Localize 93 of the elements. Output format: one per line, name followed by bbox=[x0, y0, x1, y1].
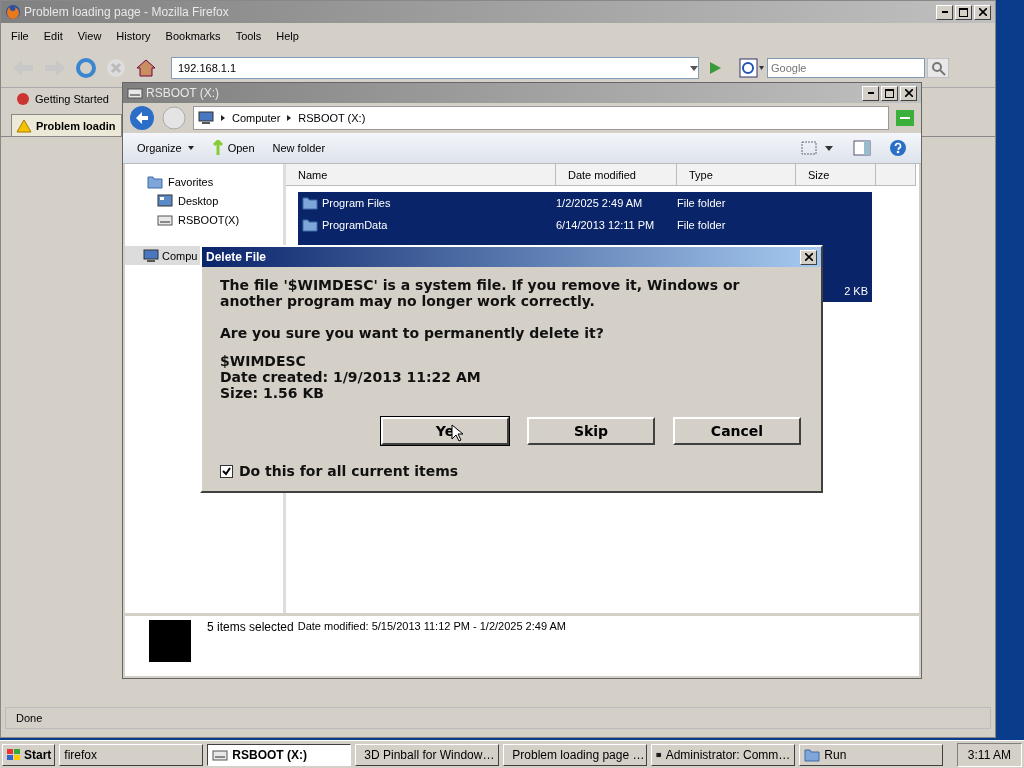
nav-item[interactable]: RSBOOT(X) bbox=[125, 210, 283, 229]
open-button[interactable]: Open bbox=[227, 142, 255, 154]
confirm-question: Are you sure you want to permanently delete it? bbox=[220, 325, 605, 341]
column-header[interactable]: Date modified bbox=[556, 164, 677, 186]
browser-tab[interactable]: Problem loadin bbox=[11, 114, 122, 136]
file-info: Size: 1.56 KB bbox=[220, 385, 325, 401]
firefox-icon bbox=[5, 4, 21, 20]
drive-icon bbox=[127, 86, 143, 100]
warning-icon bbox=[16, 118, 32, 133]
dialog-button[interactable]: Cancel bbox=[673, 417, 801, 445]
computer-icon bbox=[143, 248, 159, 263]
maximize-icon bbox=[959, 7, 968, 17]
taskbar-item[interactable]: RSBOOT (X:) bbox=[207, 743, 352, 766]
warning-message: The file '$WIMDESC' is a system file. If you remove it, Windows or another program may no longer work correctly. bbox=[220, 277, 741, 309]
file-row[interactable]: Program Files 1/2/2025 2:49 AM File folder bbox=[298, 192, 872, 214]
window-title: RSBOOT (X:) bbox=[146, 86, 221, 100]
organize-button[interactable]: Organize bbox=[137, 142, 182, 154]
refresh-icon[interactable] bbox=[895, 109, 915, 127]
home-icon[interactable] bbox=[135, 57, 157, 79]
checkbox-label[interactable]: Do this for all current items bbox=[239, 463, 459, 479]
search-engine-icon[interactable] bbox=[739, 58, 765, 78]
favorites-icon bbox=[147, 174, 163, 189]
nav-item[interactable]: Compu bbox=[125, 246, 202, 265]
folder-icon bbox=[804, 747, 821, 762]
maximize-button[interactable] bbox=[955, 4, 972, 20]
breadcrumb-item[interactable]: Computer bbox=[232, 112, 281, 124]
caret-icon bbox=[220, 115, 226, 121]
dropdown-icon[interactable] bbox=[690, 65, 698, 71]
close-icon bbox=[904, 89, 913, 97]
nav-item[interactable]: Favorites bbox=[125, 172, 283, 191]
column-header[interactable]: Name bbox=[286, 164, 556, 186]
flag-icon bbox=[6, 747, 22, 762]
menu-item[interactable]: Bookmarks bbox=[165, 30, 221, 42]
help-icon[interactable] bbox=[889, 139, 907, 157]
taskbar-item[interactable]: Problem loading page … bbox=[503, 743, 648, 766]
menu-item[interactable]: View bbox=[77, 30, 102, 42]
minimize-button[interactable] bbox=[862, 85, 879, 101]
caret-icon bbox=[286, 115, 293, 121]
thumbnail bbox=[149, 620, 191, 662]
cursor-icon bbox=[451, 424, 463, 442]
drive-icon bbox=[157, 212, 173, 227]
computer-icon bbox=[198, 111, 214, 125]
checkbox[interactable] bbox=[220, 464, 233, 478]
status-text: Done bbox=[16, 712, 43, 724]
back-icon[interactable] bbox=[129, 105, 155, 131]
maximize-button[interactable] bbox=[881, 85, 898, 101]
bookmark-icon bbox=[15, 92, 31, 106]
minimize-icon bbox=[867, 92, 874, 94]
minimize-icon bbox=[941, 11, 948, 13]
minimize-button[interactable] bbox=[936, 4, 953, 20]
file-row[interactable]: ProgramData 6/14/2013 12:11 PM File folder bbox=[298, 214, 872, 236]
close-button[interactable] bbox=[974, 4, 991, 20]
selection-count: 5 items selected bbox=[207, 620, 294, 634]
dialog-button[interactable]: Skip bbox=[527, 417, 655, 445]
address-field[interactable]: 192.168.1.1 bbox=[171, 57, 699, 79]
close-button[interactable] bbox=[900, 85, 917, 101]
drive-icon bbox=[212, 747, 229, 762]
menu-item[interactable]: File bbox=[11, 30, 29, 42]
preview-pane-icon[interactable] bbox=[853, 140, 871, 156]
menu-item[interactable]: History bbox=[116, 30, 151, 42]
checkmark-icon bbox=[222, 466, 231, 476]
bookmark-link[interactable]: Getting Started bbox=[35, 93, 109, 105]
taskbar-item[interactable]: Run bbox=[799, 743, 944, 766]
dialog-title: Delete File bbox=[206, 250, 268, 264]
view-icon[interactable] bbox=[801, 140, 835, 156]
maximize-icon bbox=[885, 88, 894, 98]
new-folder-button[interactable]: New folder bbox=[272, 142, 326, 154]
close-button[interactable] bbox=[800, 249, 817, 265]
close-icon bbox=[804, 253, 813, 261]
clock: 3:11 AM bbox=[956, 742, 1022, 767]
close-icon bbox=[978, 8, 987, 16]
menu-item[interactable]: Tools bbox=[235, 30, 262, 42]
column-header[interactable]: Size bbox=[796, 164, 876, 186]
desktop-icon bbox=[157, 193, 173, 208]
taskbar-item[interactable]: firefox bbox=[59, 743, 204, 766]
breadcrumb-item[interactable]: RSBOOT (X:) bbox=[298, 112, 366, 124]
caret-icon bbox=[187, 145, 194, 151]
column-header[interactable]: Type bbox=[677, 164, 796, 186]
window-title: Problem loading page - Mozilla Firefox bbox=[24, 5, 230, 19]
taskbar-item[interactable]: 3D Pinball for Window… bbox=[355, 743, 500, 766]
folder-icon bbox=[302, 196, 318, 210]
taskbar-item[interactable]: Administrator: Comm… bbox=[651, 743, 796, 766]
menu-item[interactable]: Edit bbox=[43, 30, 63, 42]
search-icon[interactable] bbox=[927, 58, 949, 78]
file-info: Date created: 1/9/2013 11:22 AM bbox=[220, 369, 482, 385]
nav-item[interactable]: Desktop bbox=[125, 191, 283, 210]
folder-icon bbox=[302, 218, 318, 232]
search-field[interactable]: Google bbox=[767, 58, 925, 78]
start-button[interactable]: Start bbox=[2, 743, 56, 766]
menu-item[interactable]: Help bbox=[276, 30, 299, 42]
file-info: $WIMDESC bbox=[220, 353, 307, 369]
open-icon bbox=[211, 140, 224, 156]
date-range: Date modified: 5/15/2013 11:12 PM - 1/2/2025 2:49 AM bbox=[297, 620, 566, 632]
